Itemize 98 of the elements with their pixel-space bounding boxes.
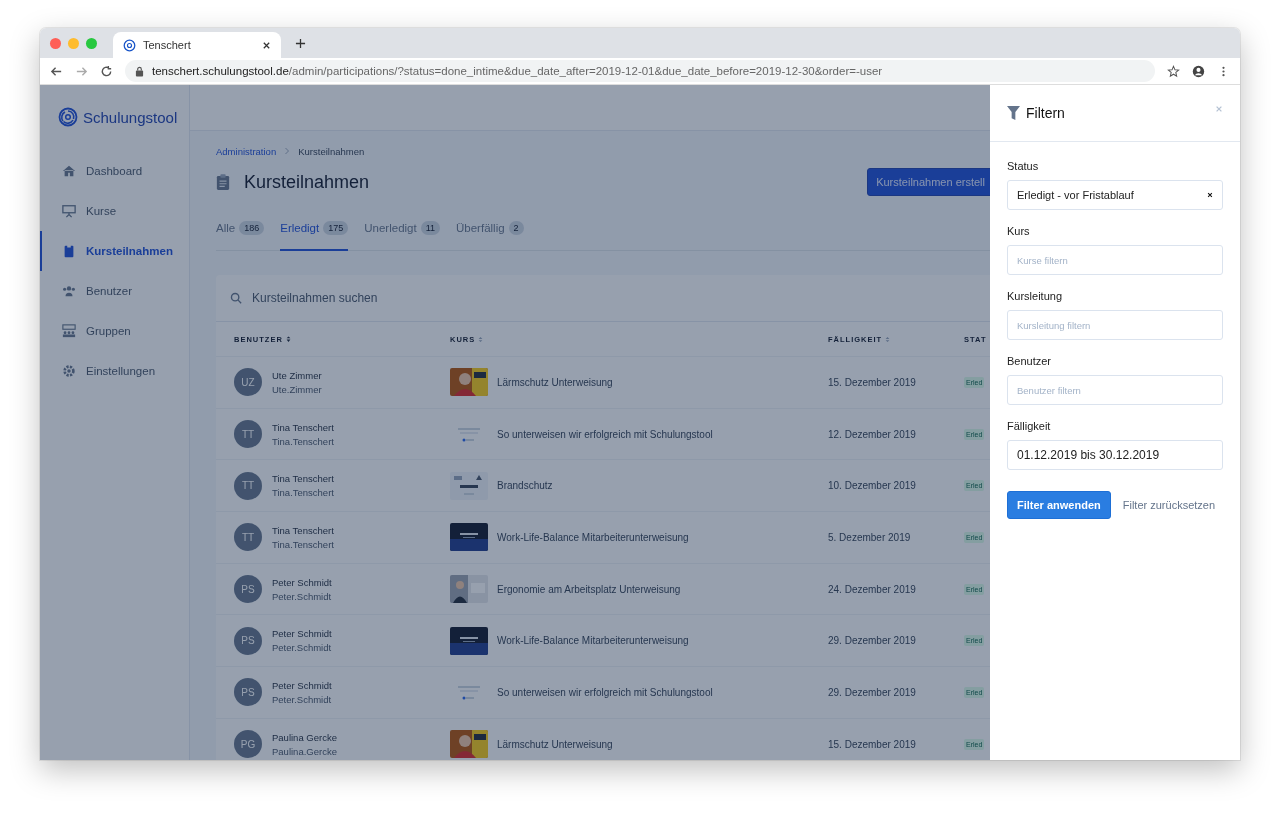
lock-icon xyxy=(135,65,144,77)
course-name[interactable]: So unterweisen wir erfolgreich mit Schulungstool xyxy=(497,686,713,698)
course-name[interactable]: Lärmschutz Unterweisung xyxy=(497,738,613,750)
address-field[interactable]: tenschert.schulungstool.de/admin/participations/?status=done_intime&due_date_after=2019-12-01&due_date_before=2019-12-30&order=-user xyxy=(125,60,1155,82)
avatar: TT xyxy=(234,523,262,552)
avatar: UZ xyxy=(234,368,262,397)
avatar: PS xyxy=(234,626,262,655)
user-login: Tina.Tenschert xyxy=(272,538,334,550)
tab[interactable]: Überfällig 2 xyxy=(456,215,524,251)
clipboard-icon xyxy=(62,244,76,258)
sort-icon xyxy=(478,335,484,343)
tab-label: Erledigt xyxy=(280,222,320,234)
tab-label: Alle xyxy=(216,222,236,234)
due-date: 29. Dezember 2019 xyxy=(828,635,916,647)
due-date: 24. Dezember 2019 xyxy=(828,583,916,595)
tab[interactable]: Alle 186 xyxy=(216,215,265,251)
sidebar-item[interactable]: Benutzer xyxy=(40,271,189,311)
search-icon xyxy=(230,292,242,304)
avatar: TT xyxy=(234,420,262,449)
due-date: 29. Dezember 2019 xyxy=(828,686,916,698)
sidebar-item[interactable]: Einstellungen xyxy=(40,351,189,391)
user-login: Ute.Zimmer xyxy=(272,383,322,395)
create-button[interactable]: Kursteilnahmen erstell xyxy=(867,168,990,196)
plus-icon[interactable] xyxy=(295,37,306,49)
field-label: Kursleitung xyxy=(1007,290,1064,302)
course-name[interactable]: Brandschutz xyxy=(497,480,553,492)
count-badge: 175 xyxy=(323,221,349,235)
user-name: Tina Tenschert xyxy=(272,524,334,536)
user-name: Tina Tenschert xyxy=(272,421,334,433)
panel-title: Filtern xyxy=(1026,105,1066,121)
breadcrumb-link[interactable]: Administration xyxy=(216,145,277,157)
page-title: Kursteilnahmen xyxy=(244,171,371,193)
due-date: 15. Dezember 2019 xyxy=(828,376,916,388)
user-login: Tina.Tenschert xyxy=(272,487,334,499)
tab[interactable]: Erledigt 175 xyxy=(280,215,349,251)
user-name: Tina Tenschert xyxy=(272,473,334,485)
tab-label: Überfällig xyxy=(456,222,505,234)
group-icon xyxy=(62,324,76,338)
search-field[interactable]: Kursteilnahmen suchen xyxy=(250,290,554,306)
course-name[interactable]: Work-Life-Balance Mitarbeiterunterweisung xyxy=(497,635,689,647)
due-date: 10. Dezember 2019 xyxy=(828,480,916,492)
field-label: Kurs xyxy=(1007,225,1031,237)
star-icon[interactable] xyxy=(1167,64,1180,78)
course-name[interactable]: Ergonomie am Arbeitsplatz Unterweisung xyxy=(497,583,681,595)
browser-tab[interactable]: Tenschert xyxy=(113,32,281,58)
breadcrumb-current: Kursteilnahmen xyxy=(298,145,365,157)
course-name[interactable]: So unterweisen wir erfolgreich mit Schulungstool xyxy=(497,428,713,440)
home-icon xyxy=(62,164,76,178)
user-login: Tina.Tenschert xyxy=(272,435,334,447)
count-badge: 2 xyxy=(508,221,524,235)
user-name: Peter Schmidt xyxy=(272,628,332,640)
reload-icon[interactable] xyxy=(100,64,113,78)
filter-icon xyxy=(1007,105,1020,121)
user-name: Peter Schmidt xyxy=(272,679,332,691)
sidebar-item[interactable]: Dashboard xyxy=(40,151,189,191)
reset-link[interactable]: Filter zurücksetzen xyxy=(1122,499,1216,511)
user-login: Peter.Schmidt xyxy=(272,642,332,654)
close-icon[interactable] xyxy=(262,40,271,50)
input-field[interactable]: 01.12.2019 bis 30.12.2019 xyxy=(1007,440,1223,470)
chevron-icon xyxy=(284,147,291,155)
user-login: Peter.Schmidt xyxy=(272,590,332,602)
field-label: Benutzer xyxy=(1007,355,1053,367)
tab-label: Unerledigt xyxy=(364,222,417,234)
count-badge: 186 xyxy=(239,221,265,235)
sidebar-item[interactable]: Kurse xyxy=(40,191,189,231)
logo: Schulungstool xyxy=(40,107,189,127)
sidebar-item[interactable]: Kursteilnahmen xyxy=(40,231,189,271)
tab[interactable]: Unerledigt 11 xyxy=(364,215,440,251)
presentation-icon xyxy=(62,204,76,218)
clear-icon[interactable] xyxy=(1207,192,1213,198)
field-label: Status xyxy=(1007,160,1040,172)
avatar: TT xyxy=(234,471,262,500)
profile-icon[interactable] xyxy=(1192,64,1205,78)
due-date: 5. Dezember 2019 xyxy=(828,531,911,543)
field-label: Fälligkeit xyxy=(1007,420,1052,432)
due-date: 15. Dezember 2019 xyxy=(828,738,916,750)
course-name[interactable]: Lärmschutz Unterweisung xyxy=(497,376,613,388)
avatar: PG xyxy=(234,730,262,759)
sort-icon xyxy=(885,335,891,343)
user-login: Paulina.Gercke xyxy=(272,745,337,757)
clipboard-icon xyxy=(216,173,230,191)
avatar: PS xyxy=(234,678,262,707)
course-name[interactable]: Work-Life-Balance Mitarbeiterunterweisung xyxy=(497,531,689,543)
user-name: Paulina Gercke xyxy=(272,731,337,743)
input-field[interactable]: Kursleitung filtern xyxy=(1007,310,1223,340)
avatar: PS xyxy=(234,575,262,604)
input-field[interactable]: Kurse filtern xyxy=(1007,245,1223,275)
users-icon xyxy=(62,284,76,298)
user-login: Peter.Schmidt xyxy=(272,693,332,705)
due-date: 12. Dezember 2019 xyxy=(828,428,916,440)
user-name: Ute Zimmer xyxy=(272,369,322,381)
apply-button[interactable]: Filter anwenden xyxy=(1007,491,1111,519)
gear-icon xyxy=(62,364,76,378)
sidebar-item[interactable]: Gruppen xyxy=(40,311,189,351)
count-badge: 11 xyxy=(420,221,440,235)
status-select[interactable]: Erledigt - vor Fristablauf xyxy=(1007,180,1223,210)
input-field[interactable]: Benutzer filtern xyxy=(1007,375,1223,405)
user-name: Peter Schmidt xyxy=(272,576,332,588)
